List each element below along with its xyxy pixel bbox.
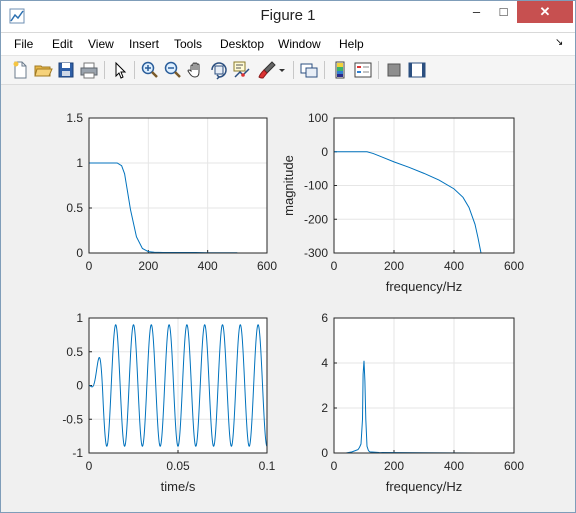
x-tick-label: 600 xyxy=(504,259,524,273)
x-tick-label: 0 xyxy=(86,459,93,473)
y-tick-label: -100 xyxy=(304,179,328,193)
x-tick-label: 600 xyxy=(504,459,524,473)
pan-hand-icon[interactable] xyxy=(186,60,206,80)
x-tick-label: 0 xyxy=(86,259,93,273)
plots-svg: 0 200 400 60000.511.50 200 400 600-300-200-100… xyxy=(62,111,524,494)
y-tick-label: 4 xyxy=(321,356,328,370)
x-axis-label: frequency/Hz xyxy=(386,279,463,294)
menu-bar: File Edit View Insert Tools Desktop Wind… xyxy=(1,33,575,56)
maximize-button[interactable]: □ xyxy=(490,1,517,23)
zoom-out-icon[interactable] xyxy=(163,60,183,80)
menu-window[interactable]: Window xyxy=(278,37,321,51)
open-file-icon[interactable] xyxy=(33,60,53,80)
y-tick-label: 0 xyxy=(321,145,328,159)
y-tick-label: 1 xyxy=(76,311,83,325)
y-tick-label: 0 xyxy=(76,246,83,260)
menu-help[interactable]: Help xyxy=(339,37,364,51)
x-tick-label: 0.1 xyxy=(259,459,276,473)
x-tick-label: 200 xyxy=(384,259,404,273)
y-tick-label: 6 xyxy=(321,311,328,325)
y-axis-label: magnitude xyxy=(281,155,296,216)
x-tick-label: 200 xyxy=(138,259,158,273)
x-tick-label: 200 xyxy=(384,459,404,473)
menu-tools[interactable]: Tools xyxy=(174,37,202,51)
subplot-4[interactable]: 0 200 400 600 0 2 4 6 frequency/Hz xyxy=(321,311,524,494)
subplot-2[interactable]: 0 200 400 600 -300 -200 -100 0 100 frequency/Hz ma… xyxy=(281,111,524,294)
menu-desktop[interactable]: Desktop xyxy=(220,37,264,51)
menu-insert[interactable]: Insert xyxy=(129,37,159,51)
brush-dropdown-icon[interactable] xyxy=(277,60,287,80)
hide-plot-tools-icon[interactable] xyxy=(384,60,404,80)
x-tick-label: 400 xyxy=(444,259,464,273)
show-plot-tools-icon[interactable] xyxy=(407,60,427,80)
minimize-button[interactable]: – xyxy=(463,1,490,23)
x-tick-label: 400 xyxy=(444,459,464,473)
y-tick-label: 2 xyxy=(321,401,328,415)
title-bar[interactable]: Figure 1 – □ ✕ xyxy=(1,1,575,33)
axes-background xyxy=(334,318,514,453)
menu-edit[interactable]: Edit xyxy=(52,37,73,51)
y-tick-label: 0 xyxy=(321,446,328,460)
x-tick-label: 0.05 xyxy=(166,459,190,473)
y-tick-label: 0.5 xyxy=(66,201,83,215)
toolbar-separator xyxy=(134,61,135,79)
link-plot-icon[interactable] xyxy=(299,60,319,80)
zoom-in-icon[interactable] xyxy=(140,60,160,80)
legend-icon[interactable] xyxy=(353,60,373,80)
y-tick-label: 1.5 xyxy=(66,111,83,125)
subplot-1[interactable]: 0 200 400 600 0 0.5 1 1.5 xyxy=(66,111,277,273)
y-tick-label: -200 xyxy=(304,212,328,226)
y-tick-label: 1 xyxy=(76,156,83,170)
close-button[interactable]: ✕ xyxy=(517,1,573,23)
data-cursor-icon[interactable] xyxy=(232,60,252,80)
y-tick-label: -0.5 xyxy=(62,412,83,426)
axes-background xyxy=(89,118,267,253)
print-icon[interactable] xyxy=(79,60,99,80)
subplot-3[interactable]: 0 0.05 0.1 -1 -0.5 0 0.5 1 time/s xyxy=(62,311,275,494)
dock-arrow-icon[interactable]: ↘ xyxy=(555,37,563,48)
x-tick-label: 0 xyxy=(331,459,338,473)
figure-toolbar xyxy=(1,56,575,85)
colorbar-icon[interactable] xyxy=(330,60,350,80)
toolbar-separator xyxy=(378,61,379,79)
x-tick-label: 600 xyxy=(257,259,277,273)
new-figure-icon[interactable] xyxy=(10,60,30,80)
y-tick-label: 100 xyxy=(308,111,328,125)
x-axis-label: frequency/Hz xyxy=(386,479,463,494)
y-tick-label: -1 xyxy=(72,446,83,460)
x-axis-label: time/s xyxy=(161,479,196,494)
y-tick-label: 0 xyxy=(76,379,83,393)
toolbar-separator xyxy=(104,61,105,79)
x-tick-label: 400 xyxy=(198,259,218,273)
figure-window: Figure 1 – □ ✕ File Edit View Insert Too… xyxy=(0,0,576,513)
menu-file[interactable]: File xyxy=(14,37,33,51)
toolbar-separator xyxy=(293,61,294,79)
pointer-icon[interactable] xyxy=(110,60,130,80)
x-tick-label: 0 xyxy=(331,259,338,273)
save-icon[interactable] xyxy=(56,60,76,80)
toolbar-separator xyxy=(324,61,325,79)
y-tick-label: 0.5 xyxy=(66,345,83,359)
y-tick-label: -300 xyxy=(304,246,328,260)
rotate-3d-icon[interactable] xyxy=(209,60,229,80)
brush-icon[interactable] xyxy=(257,60,277,80)
figure-canvas: 0 200 400 600 0 0.5 1 1.5 0 200 400 600 -300 -200 -100… xyxy=(1,85,575,512)
menu-view[interactable]: View xyxy=(88,37,114,51)
